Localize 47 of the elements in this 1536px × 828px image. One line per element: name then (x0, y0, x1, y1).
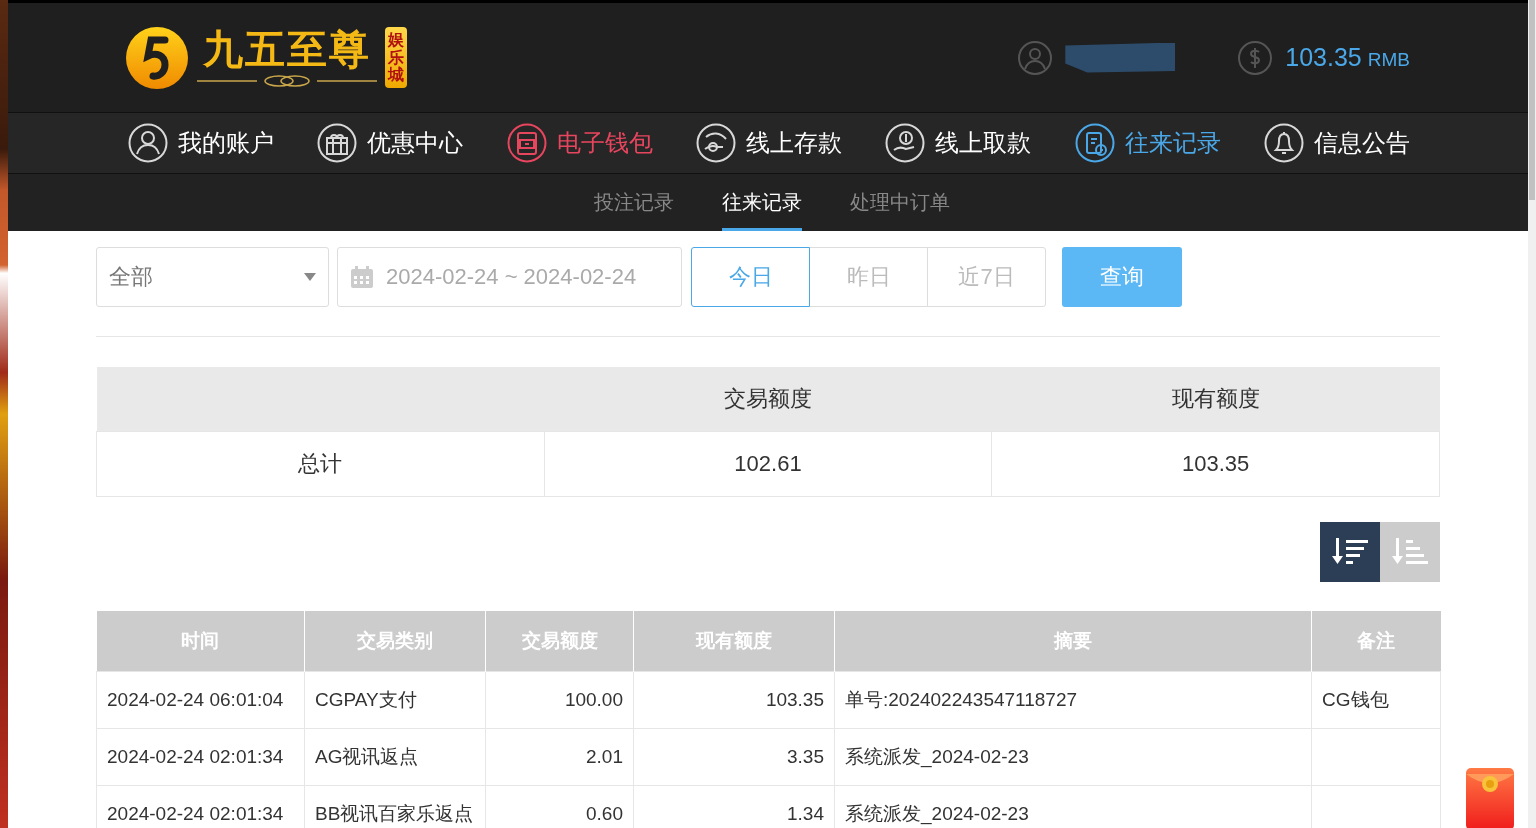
table-cell: 103.35 (633, 671, 835, 729)
scrollbar-thumb[interactable] (1529, 0, 1535, 200)
logo-title: 九五至尊 (203, 28, 371, 69)
column-header: 交易额度 (544, 367, 992, 432)
sub-tab[interactable]: 投注记录 (594, 174, 674, 231)
table-cell: 100.00 (485, 671, 634, 729)
nav-tab[interactable]: 我的账户 (128, 123, 274, 163)
table-cell: 3.35 (633, 728, 835, 786)
date-range-field[interactable]: 2024-02-24 ~ 2024-02-24 (337, 247, 682, 307)
user-icon (1017, 39, 1054, 76)
bell-icon (1263, 123, 1304, 163)
nav-tab[interactable]: 信息公告 (1263, 123, 1410, 163)
table-cell: 2024-02-24 02:01:34 (96, 785, 305, 828)
person-icon (128, 123, 168, 163)
table-cell: 2024-02-24 02:01:34 (96, 728, 305, 786)
balance-text: 103.35 RMB (1285, 43, 1410, 72)
logo-coin-icon (125, 25, 189, 90)
sub-tab[interactable]: 往来记录 (722, 174, 802, 231)
table-cell: 102.61 (544, 431, 992, 497)
logo-badge: 娱乐城 (385, 27, 407, 88)
wallet-icon (506, 123, 547, 163)
table-cell: 单号:202402243547118727 (834, 671, 1312, 729)
type-dropdown[interactable]: 全部 (96, 247, 329, 307)
table-cell: CGPAY支付 (304, 671, 486, 729)
table-cell: 103.35 (991, 431, 1440, 497)
table-cell: CG钱包 (1311, 671, 1441, 729)
nav-tab[interactable]: 线上存款 (696, 123, 842, 163)
gift-icon (317, 123, 358, 163)
date-preset-button[interactable]: 今日 (691, 247, 810, 307)
dollar-icon (1237, 39, 1274, 76)
dropdown-caret-icon (304, 273, 316, 281)
ornament-divider-icon (197, 74, 377, 87)
table-cell: 系统派发_2024-02-23 (834, 728, 1312, 786)
sub-tab[interactable]: 处理中订单 (850, 174, 950, 231)
table-cell: 2.01 (485, 728, 634, 786)
calendar-icon (350, 265, 374, 289)
nav-tab[interactable]: 优惠中心 (317, 123, 464, 163)
nav-tab[interactable]: 电子钱包 (506, 123, 653, 163)
table-cell: 2024-02-24 06:01:04 (96, 671, 305, 729)
sort-button[interactable] (1320, 522, 1380, 582)
nav-tab[interactable]: 往来记录 (1074, 123, 1221, 163)
table-cell: 总计 (96, 431, 545, 497)
lucky-envelope-button[interactable] (1466, 768, 1514, 828)
table-cell: AG视讯返点 (304, 728, 486, 786)
clipboard-clock-icon (1074, 123, 1115, 163)
nav-tab[interactable]: 线上取款 (885, 123, 1032, 163)
column-header: 现有额度 (991, 367, 1440, 432)
